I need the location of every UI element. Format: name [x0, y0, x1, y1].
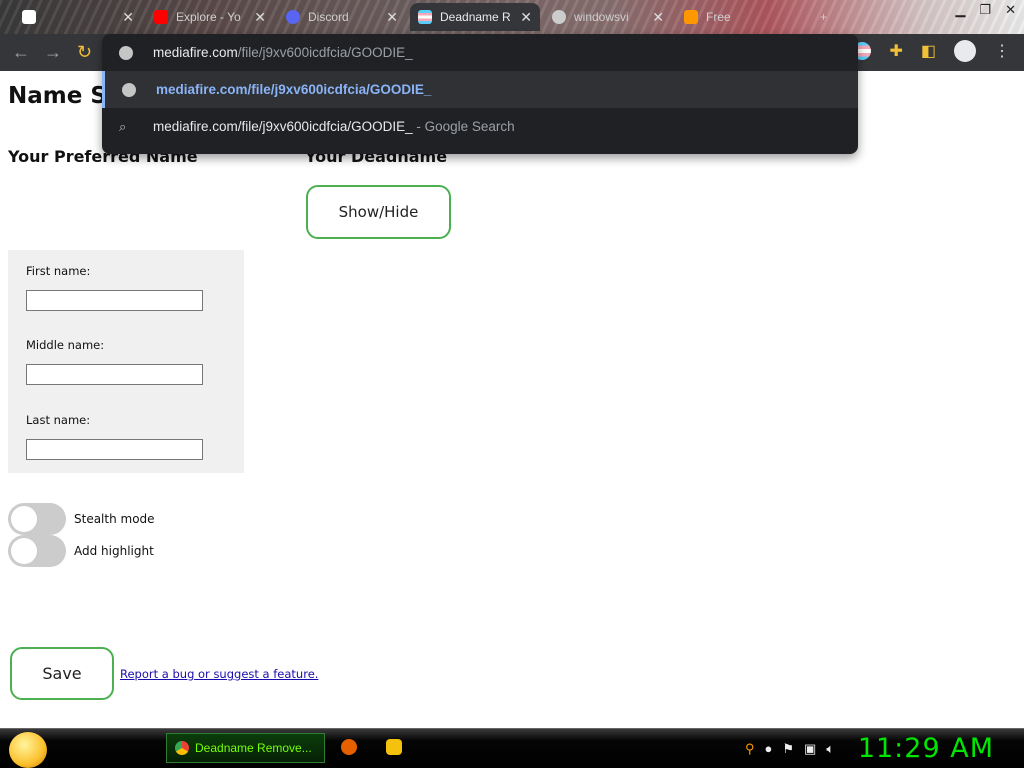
tab-windows[interactable]: windowsvi ✕ [544, 3, 672, 31]
report-bug-link[interactable]: Report a bug or suggest a feature. [120, 667, 318, 681]
search-icon: ⌕ [119, 118, 127, 134]
suggestion-url[interactable]: mediafire.com/file/j9xv600icdfcia/GOODIE… [102, 71, 858, 108]
new-tab-button[interactable]: + [812, 3, 842, 31]
close-icon[interactable]: ✕ [122, 9, 134, 26]
puzzle-icon[interactable]: ✚ [889, 41, 902, 61]
reload-icon[interactable]: ↻ [77, 42, 92, 63]
tab-strip: ✕ Explore - Yo ✕ Discord ✕ Deadname R ✕ … [0, 0, 1024, 34]
close-icon[interactable]: ✕ [520, 9, 532, 26]
first-name-field[interactable] [26, 290, 203, 311]
close-icon[interactable]: ✕ [386, 9, 398, 26]
address-host: mediafire.com [153, 45, 238, 60]
stealth-mode-row: Stealth mode [8, 503, 155, 535]
taskbar-item-label: Deadname Remove... [195, 741, 312, 755]
chat-icon[interactable]: ● [765, 741, 773, 757]
search-suffix: - Google Search [412, 119, 515, 134]
extension-page: Name Se Your Preferred Name Your Deadnam… [0, 71, 1024, 728]
add-highlight-label: Add highlight [74, 544, 154, 558]
middle-name-field[interactable] [26, 364, 203, 385]
tab-title: windowsvi [574, 10, 629, 24]
middle-name-label: Middle name: [26, 338, 105, 352]
search-query: mediafire.com/file/j9xv600icdfcia/GOODIE… [153, 119, 413, 134]
omnibox[interactable]: mediafire.com/file/j9xv600icdfcia/GOODIE… [102, 34, 858, 154]
google-icon [22, 10, 36, 24]
last-name-field[interactable] [26, 439, 203, 460]
firefox-icon[interactable] [341, 739, 357, 755]
show-hide-button[interactable]: Show/Hide [306, 185, 451, 239]
tab-youtube[interactable]: Explore - Yo ✕ [146, 3, 274, 31]
folder-icon[interactable] [386, 739, 402, 755]
close-icon[interactable]: ✕ [254, 9, 266, 26]
toolbar-actions: ✚ ◧ ⋮ [853, 40, 1010, 62]
tab-title: Deadname R [440, 10, 511, 24]
taskbar: Deadname Remove... ⚲ ● ⚑ ▣ 🔈︎ 11:29 AM [0, 728, 1024, 768]
globe-icon [122, 82, 136, 97]
tab-discord[interactable]: Discord ✕ [278, 3, 406, 31]
flag-icon[interactable]: ⚑ [782, 741, 794, 757]
name-fields-panel: First name: Middle name: Last name: [8, 250, 244, 473]
tab-title: Explore - Yo [176, 10, 241, 24]
window-controls: ▁ ❐ ✕ [955, 2, 1016, 18]
minimize-icon[interactable]: ▁ [955, 2, 965, 18]
back-arrow-icon[interactable]: ← [12, 42, 30, 63]
chrome-icon [175, 741, 189, 755]
tab-deadname[interactable]: Deadname R ✕ [410, 3, 540, 31]
toggle-knob [11, 506, 37, 532]
extension-favicon-icon [418, 10, 432, 24]
address-input[interactable]: mediafire.com/file/j9xv600icdfcia/GOODIE… [102, 34, 858, 71]
toggle-knob [11, 538, 37, 564]
last-name-label: Last name: [26, 413, 91, 427]
forward-arrow-icon[interactable]: → [44, 42, 62, 63]
stealth-mode-label: Stealth mode [74, 512, 155, 526]
system-tray: ⚲ ● ⚑ ▣ 🔈︎ [745, 741, 834, 757]
profile-avatar-icon[interactable] [954, 40, 976, 62]
youtube-icon [154, 10, 168, 24]
close-icon[interactable]: ✕ [652, 9, 664, 26]
tab-other[interactable]: Free [676, 3, 804, 31]
discord-icon [286, 10, 300, 24]
close-window-icon[interactable]: ✕ [1005, 2, 1016, 18]
sidebar-icon[interactable]: ◧ [921, 41, 936, 61]
tab-google[interactable]: ✕ [14, 3, 142, 31]
plus-icon: + [820, 10, 828, 24]
stealth-mode-toggle[interactable] [8, 503, 66, 535]
tab-title: Free [706, 10, 731, 24]
suggestion-search[interactable]: ⌕ mediafire.com/file/j9xv600icdfcia/GOOD… [102, 108, 858, 145]
add-highlight-toggle[interactable] [8, 535, 66, 567]
menu-dots-icon[interactable]: ⋮ [994, 41, 1010, 61]
clock[interactable]: 11:29 AM [858, 733, 994, 764]
restore-icon[interactable]: ❐ [979, 2, 991, 18]
suggestion-url-text: mediafire.com/file/j9xv600icdfcia/GOODIE… [156, 82, 432, 97]
site-icon [684, 10, 698, 24]
save-button[interactable]: Save [10, 647, 114, 700]
first-name-label: First name: [26, 264, 91, 278]
start-button-icon[interactable] [9, 732, 47, 768]
globe-icon [552, 10, 566, 24]
address-path: /file/j9xv600icdfcia/GOODIE_ [237, 45, 413, 60]
volume-icon[interactable]: 🔈︎ [826, 741, 834, 757]
network-icon[interactable]: ▣ [804, 741, 816, 757]
globe-icon [119, 45, 133, 60]
add-highlight-row: Add highlight [8, 535, 154, 567]
tab-title: Discord [308, 10, 349, 24]
taskbar-item-chrome[interactable]: Deadname Remove... [166, 733, 325, 763]
search-icon[interactable]: ⚲ [745, 741, 755, 757]
